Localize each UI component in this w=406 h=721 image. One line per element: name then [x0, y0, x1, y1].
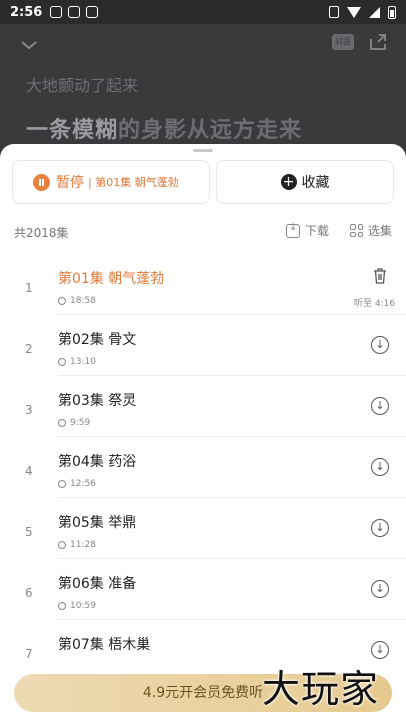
download-button[interactable]: 下载: [286, 222, 329, 239]
status-right: [329, 5, 396, 19]
download-circle-icon[interactable]: ↓: [371, 519, 389, 537]
episode-title: 第02集 骨文: [58, 332, 137, 348]
download-label: 下载: [305, 224, 330, 238]
episode-title: 第07集 梧木巢: [58, 637, 151, 653]
duration-text: 18:58: [70, 296, 96, 306]
lyric-highlight: 一条模糊: [26, 118, 119, 143]
select-label: 选集: [368, 224, 393, 238]
clock-icon: [58, 358, 66, 366]
episode-number: 1: [25, 281, 33, 295]
episode-number: 7: [25, 647, 33, 661]
list-item[interactable]: 5 第05集 举鼎 11:28 ↓: [0, 498, 406, 559]
lyric-previous-line: 大地颤动了起来: [26, 76, 139, 95]
episode-title: 第01集 朝气蓬勃: [58, 271, 165, 287]
episode-number: 6: [25, 586, 33, 600]
lyric-rest: 的身影从远方走来: [118, 118, 303, 143]
pause-button[interactable]: 暂停 | 第01集 朝气蓬勃: [12, 160, 210, 204]
episode-title: 第06集 准备: [58, 576, 137, 592]
list-item[interactable]: 2 第02集 骨文 13:10 ↓: [0, 315, 406, 376]
episode-total: 共2018集: [14, 226, 69, 240]
battery-icon: [388, 5, 396, 19]
listened-progress: 听至 4:16: [354, 299, 396, 309]
episode-meta-row: 共2018集 下载 选集: [0, 216, 406, 246]
clock-icon: [58, 480, 66, 488]
duration-text: 11:28: [70, 540, 96, 550]
plus-icon: +: [280, 174, 297, 190]
list-item[interactable]: 4 第04集 药浴 12:56 ↓: [0, 437, 406, 498]
episode-number: 5: [25, 525, 33, 539]
duration-text: 9:59: [70, 418, 91, 428]
player-header: 封面 大地颤动了起来 一条模糊的身影从远方走来: [0, 24, 406, 154]
episode-duration: 10:59: [58, 601, 96, 611]
episode-title: 第04集 药浴: [58, 454, 137, 470]
share-icon[interactable]: [368, 32, 388, 52]
episode-duration: 9:59: [58, 418, 90, 428]
download-circle-icon[interactable]: ↓: [371, 336, 389, 354]
status-time: 2:56: [10, 4, 43, 20]
vibrate-icon: [329, 6, 339, 18]
clock-icon: [58, 419, 66, 427]
favorite-button[interactable]: + 收藏: [216, 160, 394, 204]
download-icon: [286, 222, 300, 238]
trash-icon[interactable]: [373, 268, 387, 284]
list-item[interactable]: 3 第03集 祭灵 9:59 ↓: [0, 376, 406, 437]
pause-icon: [33, 173, 50, 191]
select-episodes-button[interactable]: 选集: [350, 222, 392, 239]
sheet-handle[interactable]: [193, 149, 213, 152]
pause-episode-label: | 第01集 朝气蓬勃: [88, 176, 179, 189]
download-circle-icon[interactable]: ↓: [371, 458, 389, 476]
favorite-label: 收藏: [301, 175, 330, 191]
wifi-icon: [347, 6, 361, 18]
list-item[interactable]: 1 第01集 朝气蓬勃 18:58 听至 4:16: [0, 254, 406, 315]
grid-icon: [350, 224, 363, 237]
download-circle-icon[interactable]: ↓: [371, 580, 389, 598]
episode-number: 2: [25, 342, 33, 356]
episode-duration: 13:10: [58, 357, 96, 367]
clock-icon: [58, 602, 66, 610]
list-item[interactable]: 6 第06集 准备 10:59 ↓: [0, 559, 406, 620]
episode-duration: 11:28: [58, 540, 96, 550]
episode-sheet: 暂停 | 第01集 朝气蓬勃 + 收藏 共2018集 下载 选集 1 第01集 …: [0, 144, 406, 721]
episode-list: 1 第01集 朝气蓬勃 18:58 听至 4:16 2 第02集 骨文 13:1…: [0, 254, 406, 681]
clock-icon: [58, 541, 66, 549]
cover-toggle-button[interactable]: 封面: [332, 34, 354, 50]
episode-number: 4: [25, 464, 33, 478]
signal-icon: [369, 6, 380, 18]
episode-title: 第03集 祭灵: [58, 393, 137, 409]
episode-duration: 18:58: [58, 296, 96, 306]
episode-duration: 12:56: [58, 479, 96, 489]
episode-number: 3: [25, 403, 33, 417]
download-circle-icon[interactable]: ↓: [371, 641, 389, 659]
download-status-icon: [68, 6, 81, 18]
notification-icon: [50, 6, 63, 18]
duration-text: 12:56: [70, 479, 96, 489]
status-bar: 2:56: [0, 0, 406, 24]
action-row: 暂停 | 第01集 朝气蓬勃 + 收藏: [12, 160, 394, 204]
duration-text: 13:10: [70, 357, 96, 367]
chevron-down-icon[interactable]: [20, 36, 38, 54]
download-circle-icon[interactable]: ↓: [371, 397, 389, 415]
clock-icon: [58, 297, 66, 305]
watermark-logo: 大玩家: [262, 667, 380, 711]
duration-text: 10:59: [70, 601, 96, 611]
app-status-icon: [86, 6, 99, 18]
pause-label: 暂停: [56, 175, 84, 191]
episode-title: 第05集 举鼎: [58, 515, 137, 531]
lyric-current-line: 一条模糊的身影从远方走来: [26, 112, 302, 144]
